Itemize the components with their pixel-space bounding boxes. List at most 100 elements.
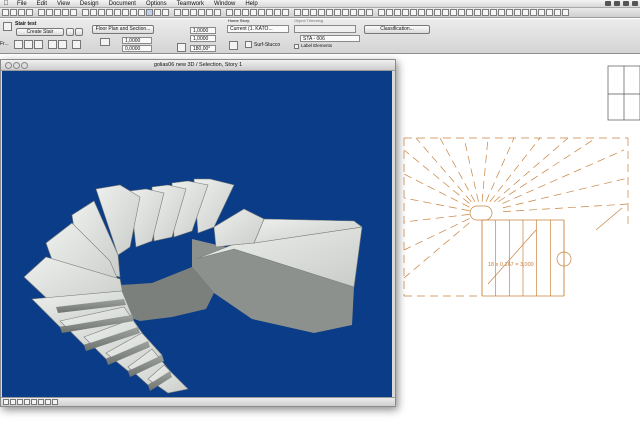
previous-icon[interactable] [66, 28, 74, 36]
orbit-icon[interactable] [24, 399, 30, 405]
create-stair-button[interactable]: Create Stair [16, 28, 64, 36]
multiply-icon[interactable] [530, 9, 537, 16]
new-icon[interactable] [2, 9, 9, 16]
calculate-icon[interactable] [554, 9, 561, 16]
home-story-select[interactable]: Current (1. KATO... [227, 25, 289, 33]
align-left-icon[interactable] [72, 40, 81, 49]
menu-file[interactable]: File [12, 1, 32, 7]
spiral-method-icon[interactable] [34, 40, 43, 49]
3d-window-icon[interactable] [174, 9, 181, 16]
wall-tool-icon[interactable] [98, 9, 105, 16]
previous-view-icon[interactable] [45, 399, 51, 405]
section-icon[interactable] [182, 9, 189, 16]
menu-design[interactable]: Design [75, 1, 104, 7]
menu-window[interactable]: Window [209, 1, 240, 7]
renovation-icon[interactable] [250, 9, 257, 16]
label-elements-checkbox[interactable] [294, 44, 299, 49]
help-icon[interactable] [562, 9, 569, 16]
material-icon[interactable] [229, 41, 238, 50]
mirror-icon[interactable] [450, 9, 457, 16]
intersect-icon[interactable] [498, 9, 505, 16]
menu-help[interactable]: Help [240, 1, 262, 7]
floor-plan-view[interactable]: 18 x 0,167 = 3,000 [396, 54, 640, 421]
worksheet-icon[interactable] [206, 9, 213, 16]
menu-options[interactable]: Options [141, 1, 172, 7]
height-field[interactable]: 1,0000 [190, 27, 216, 34]
resize-icon[interactable] [514, 9, 521, 16]
paste-icon[interactable] [70, 9, 77, 16]
mesh-tool-icon[interactable] [138, 9, 145, 16]
offset-field[interactable]: 0,0000 [122, 45, 152, 52]
spotlight-icon[interactable] [632, 1, 638, 6]
save-icon[interactable] [18, 9, 25, 16]
align-icon[interactable] [434, 9, 441, 16]
rotate-stair-icon[interactable] [58, 40, 67, 49]
camera-icon[interactable] [350, 9, 357, 16]
drag-icon[interactable] [466, 9, 473, 16]
3d-viewport[interactable] [2, 71, 392, 397]
sun-icon[interactable] [342, 9, 349, 16]
fit-in-window-icon[interactable] [17, 399, 23, 405]
menu-view[interactable]: View [52, 1, 75, 7]
close-button[interactable] [5, 62, 12, 69]
teamwork-icon[interactable] [378, 9, 385, 16]
distribute-icon[interactable] [442, 9, 449, 16]
guide-lines-icon[interactable] [326, 9, 333, 16]
fit-in-window-icon[interactable] [274, 9, 281, 16]
pan-icon[interactable] [282, 9, 289, 16]
info-icon[interactable] [394, 9, 401, 16]
menu-edit[interactable]: Edit [32, 1, 52, 7]
door-tool-icon[interactable] [154, 9, 161, 16]
gravity-icon[interactable] [302, 9, 309, 16]
straight-method-icon[interactable] [14, 40, 23, 49]
surface-checkbox[interactable] [245, 41, 252, 48]
stair-tool-icon[interactable] [146, 9, 153, 16]
layout-icon[interactable] [214, 9, 221, 16]
volume-icon[interactable] [623, 1, 629, 6]
minimize-button[interactable] [13, 62, 20, 69]
marquee-tool-icon[interactable] [90, 9, 97, 16]
magic-wand-icon[interactable] [294, 9, 301, 16]
stretch-icon[interactable] [522, 9, 529, 16]
ungroup-icon[interactable] [418, 9, 425, 16]
3d-window[interactable]: golias06 new 3D / Selection, Story 1 [0, 59, 396, 407]
zoom-in-icon[interactable] [258, 9, 265, 16]
elevate-icon[interactable] [426, 9, 433, 16]
explode-icon[interactable] [538, 9, 545, 16]
next-icon[interactable] [75, 28, 83, 36]
next-view-icon[interactable] [52, 399, 58, 405]
stair-3d-model[interactable] [2, 71, 392, 397]
rotate-icon[interactable] [458, 9, 465, 16]
element-id-field[interactable]: STA - 006 [300, 35, 360, 42]
arrow-tool-icon[interactable] [82, 9, 89, 16]
window-tool-icon[interactable] [162, 9, 169, 16]
roof-tool-icon[interactable] [130, 9, 137, 16]
battery-icon[interactable] [605, 1, 611, 6]
geometry-method-label[interactable]: Fr... [0, 41, 9, 47]
column-tool-icon[interactable] [106, 9, 113, 16]
detail-icon[interactable] [198, 9, 205, 16]
pen-sets-icon[interactable] [234, 9, 241, 16]
fillet-icon[interactable] [506, 9, 513, 16]
cut-icon[interactable] [54, 9, 61, 16]
lock-icon[interactable] [402, 9, 409, 16]
beam-tool-icon[interactable] [114, 9, 121, 16]
group-icon[interactable] [410, 9, 417, 16]
zoom-out-icon[interactable] [10, 399, 16, 405]
solid-ops-icon[interactable] [546, 9, 553, 16]
copy-icon[interactable] [62, 9, 69, 16]
publish-icon[interactable] [366, 9, 373, 16]
3d-window-titlebar[interactable]: golias06 new 3D / Selection, Story 1 [1, 60, 395, 71]
slab-tool-icon[interactable] [122, 9, 129, 16]
elevation-icon[interactable] [190, 9, 197, 16]
zoom-in-icon[interactable] [3, 399, 9, 405]
base-height-field[interactable]: 1,0000 [190, 35, 216, 42]
apple-menu-icon[interactable]:  [0, 0, 12, 7]
width-field[interactable]: 1,0000 [122, 37, 152, 44]
snap-icon[interactable] [310, 9, 317, 16]
render-icon[interactable] [358, 9, 365, 16]
object-trimming-field[interactable] [294, 25, 356, 33]
turn-method-icon[interactable] [24, 40, 33, 49]
layers-icon[interactable] [226, 9, 233, 16]
explore-icon[interactable] [31, 399, 37, 405]
